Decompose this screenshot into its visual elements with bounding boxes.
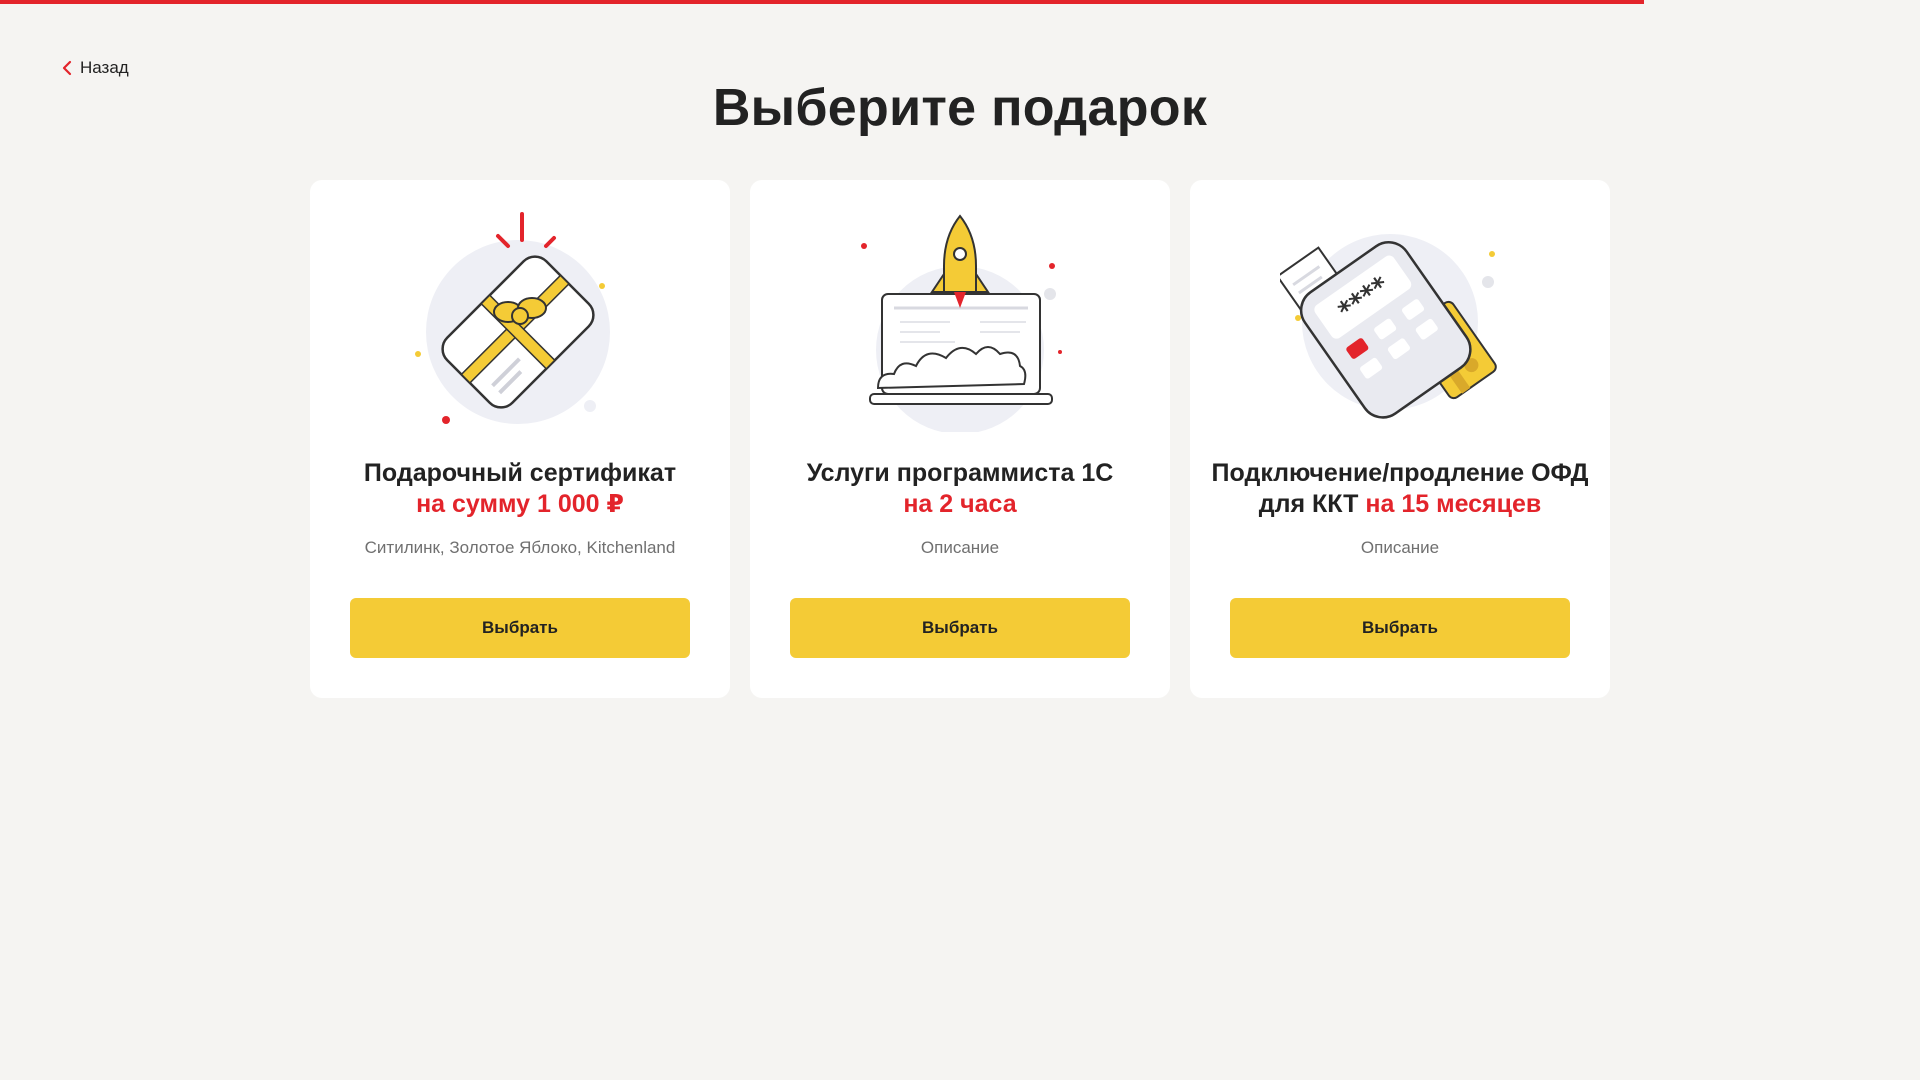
card-description: Описание: [920, 538, 1000, 557]
select-button[interactable]: Выбрать: [350, 598, 690, 658]
gift-cards-list: Подарочный сертификат на сумму 1 000 ₽ С…: [310, 180, 1610, 698]
payment-terminal-icon: ****: [1280, 234, 1497, 419]
card-title: Услуги программиста 1С на 2 часа: [770, 458, 1150, 520]
chevron-left-icon: [62, 60, 72, 76]
gift-card-programmer: Услуги программиста 1С на 2 часа Описани…: [750, 180, 1170, 698]
page-title: Выберите подарок: [712, 79, 1208, 137]
gift-card-ofd: **** Подключение/продление ОФД для ККТ н…: [1190, 180, 1610, 698]
back-link[interactable]: Назад: [62, 58, 129, 78]
card-title-accent: на 15 месяцев: [1365, 490, 1542, 518]
card-title-main: Подарочный сертификат: [363, 459, 677, 487]
select-button[interactable]: Выбрать: [1230, 598, 1570, 658]
select-button[interactable]: Выбрать: [790, 598, 1130, 658]
gift-card-icon: [415, 212, 610, 424]
card-title: Подключение/продление ОФД для ККТ на 15 …: [1210, 458, 1590, 520]
card-title-accent: на 2 часа: [903, 490, 1017, 518]
card-description: Ситилинк, Золотое Яблоко, Kitchenland: [364, 538, 676, 557]
rocket-laptop-icon: [861, 214, 1062, 432]
card-description: Описание: [1360, 538, 1440, 557]
card-title-accent: на сумму 1 000 ₽: [416, 490, 624, 518]
gift-card-certificate: Подарочный сертификат на сумму 1 000 ₽ С…: [310, 180, 730, 698]
card-title-main: Услуги программиста 1С: [806, 459, 1114, 487]
back-label: Назад: [80, 58, 129, 77]
card-title: Подарочный сертификат на сумму 1 000 ₽: [330, 458, 710, 520]
progress-bar: [0, 0, 1644, 4]
